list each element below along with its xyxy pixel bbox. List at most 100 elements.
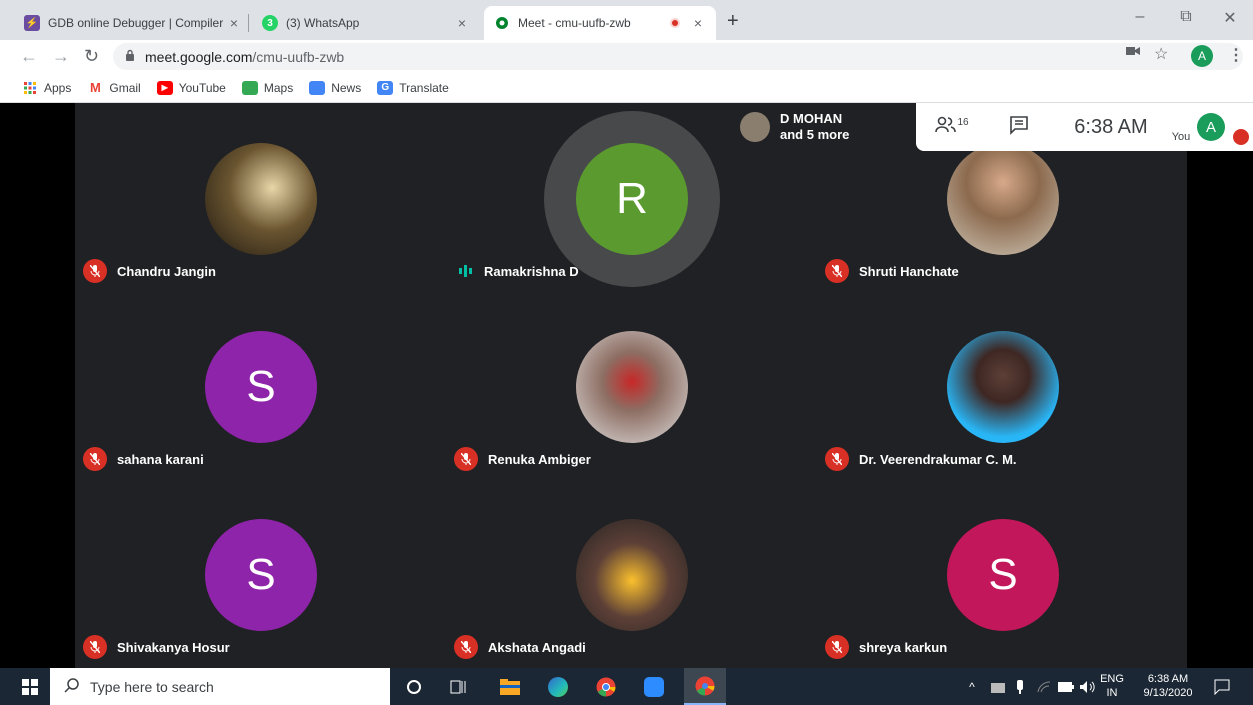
close-icon[interactable]: ×: [454, 15, 470, 31]
camera-icon[interactable]: [1126, 46, 1140, 56]
clock-date: 9/13/2020: [1143, 687, 1193, 699]
participant-namebar: Renuka Ambiger: [454, 447, 591, 471]
avatar: [576, 519, 688, 631]
network-icon[interactable]: [986, 675, 1010, 699]
usb-icon[interactable]: [1008, 675, 1032, 699]
participant-name: Ramakrishna D: [484, 263, 579, 279]
edge-icon[interactable]: [546, 675, 570, 699]
taskbar-search[interactable]: Type here to search: [50, 668, 390, 705]
avatar: R: [576, 143, 688, 255]
window-close-button[interactable]: ✕: [1207, 8, 1253, 28]
maximize-button[interactable]: ⧉: [1163, 8, 1209, 26]
zoom-icon[interactable]: [642, 675, 666, 699]
avatar: [947, 143, 1059, 255]
url-domain: meet.google.com: [145, 48, 253, 65]
close-icon[interactable]: ×: [226, 15, 242, 31]
participant-tile[interactable]: Chandru Jangin: [75, 103, 445, 291]
presenter-more: and 5 more: [780, 127, 850, 142]
back-icon[interactable]: ←: [20, 46, 38, 67]
participant-tile[interactable]: Akshata Angadi: [446, 479, 816, 667]
tab-title: Meet - cmu-uufb-zwb: [518, 16, 631, 30]
url-path: /cmu-uufb-zwb: [252, 48, 345, 65]
search-icon: [64, 677, 80, 696]
bookmark-label: Translate: [399, 80, 449, 95]
file-explorer-icon[interactable]: [498, 675, 522, 699]
participant-name: Renuka Ambiger: [488, 451, 591, 467]
participant-namebar: Akshata Angadi: [454, 635, 586, 659]
mic-muted-icon: [825, 259, 849, 283]
chrome-icon[interactable]: [594, 675, 618, 699]
gmail-icon: M: [89, 80, 101, 95]
chevron-up-icon[interactable]: ^: [960, 675, 984, 699]
participant-namebar: Ramakrishna D: [454, 259, 579, 283]
mic-muted-icon: [83, 447, 107, 471]
chrome-active-icon[interactable]: [684, 668, 726, 705]
participant-tile[interactable]: S Shivakanya Hosur: [75, 479, 445, 667]
minimize-button[interactable]: –: [1117, 8, 1163, 26]
participant-tile[interactable]: Renuka Ambiger: [446, 291, 816, 479]
taskbar-clock[interactable]: 6:38 AM 9/13/2020: [1136, 672, 1200, 700]
people-button[interactable]: 16: [932, 103, 972, 151]
star-icon[interactable]: ☆: [1154, 44, 1168, 64]
participant-name: Shruti Hanchate: [859, 263, 959, 279]
participant-name: Akshata Angadi: [488, 639, 586, 655]
participant-tile[interactable]: S sahana karani: [75, 291, 445, 479]
participant-namebar: Shruti Hanchate: [825, 259, 959, 283]
meeting-clock: 6:38 AM: [1074, 115, 1148, 138]
avatar: [576, 331, 688, 443]
avatar: S: [947, 519, 1059, 631]
avatar: A: [1191, 45, 1213, 67]
avatar: S: [205, 519, 317, 631]
volume-icon[interactable]: [1076, 675, 1100, 699]
new-tab-button[interactable]: +: [727, 10, 739, 33]
youtube-icon: ▶: [156, 80, 173, 95]
meeting-info-bar: 16 6:38 AM You A: [916, 103, 1253, 151]
battery-icon[interactable]: [1054, 675, 1078, 699]
tab-title: GDB online Debugger | Compiler: [48, 16, 224, 30]
tab-gdb[interactable]: ⚡ GDB online Debugger | Compiler ×: [14, 6, 252, 40]
menu-icon[interactable]: ⋮: [1228, 45, 1244, 65]
cortana-icon[interactable]: [402, 675, 426, 699]
mic-muted-icon: [83, 259, 107, 283]
bookmark-maps[interactable]: Maps: [241, 80, 293, 95]
windows-start-icon[interactable]: [18, 675, 42, 699]
self-view[interactable]: A: [1196, 103, 1226, 151]
mic-muted-icon: [1232, 113, 1250, 161]
bookmarks-bar: Apps M Gmail ▶ YouTube Maps News G Trans…: [0, 73, 1253, 103]
mic-muted-icon: [825, 447, 849, 471]
participant-tile[interactable]: S shreya karkun: [817, 479, 1187, 667]
maps-icon: [241, 80, 258, 95]
chat-button[interactable]: [1004, 103, 1034, 151]
windows-taskbar: Type here to search ^ ENG IN 6:38 AM 9/1…: [0, 668, 1253, 705]
bookmark-apps[interactable]: Apps: [22, 81, 71, 95]
forward-icon[interactable]: →: [52, 46, 70, 67]
tab-meet[interactable]: Meet - cmu-uufb-zwb ×: [484, 6, 716, 40]
bookmark-translate[interactable]: G Translate: [377, 80, 449, 95]
profile-avatar[interactable]: A: [1191, 45, 1213, 67]
bookmark-label: Gmail: [109, 80, 141, 95]
apps-grid-icon: [22, 81, 38, 95]
presenting-indicator[interactable]: D MOHAN and 5 more: [732, 103, 916, 151]
tab-whatsapp[interactable]: 3 (3) WhatsApp ×: [252, 6, 480, 40]
reload-icon[interactable]: ↻: [84, 46, 99, 67]
tab-divider: [248, 14, 249, 32]
bookmark-youtube[interactable]: ▶ YouTube: [156, 80, 226, 95]
bookmark-news[interactable]: News: [309, 80, 361, 95]
avatar: [740, 112, 770, 142]
task-view-icon[interactable]: [446, 675, 470, 699]
language-indicator[interactable]: ENG IN: [1100, 672, 1124, 700]
bookmark-gmail[interactable]: M Gmail: [87, 80, 141, 95]
close-icon[interactable]: ×: [690, 15, 706, 31]
participant-namebar: Dr. Veerendrakumar C. M.: [825, 447, 1017, 471]
browser-toolbar: ← → ↻ meet.google.com /cmu-uufb-zwb ☆ A …: [0, 40, 1253, 73]
avatar: A: [1197, 113, 1225, 141]
wifi-icon[interactable]: [1032, 675, 1056, 699]
address-bar[interactable]: meet.google.com /cmu-uufb-zwb: [113, 43, 1243, 70]
notifications-icon[interactable]: [1210, 675, 1234, 699]
whatsapp-icon: 3: [262, 15, 278, 31]
participant-tile[interactable]: Dr. Veerendrakumar C. M.: [817, 291, 1187, 479]
browser-tabstrip: ⚡ GDB online Debugger | Compiler × 3 (3)…: [0, 0, 1253, 40]
recording-icon: [670, 18, 680, 28]
meet-call-area: Chandru Jangin R Ramakrishna D Shruti Ha…: [0, 103, 1253, 668]
translate-icon: G: [377, 80, 394, 95]
